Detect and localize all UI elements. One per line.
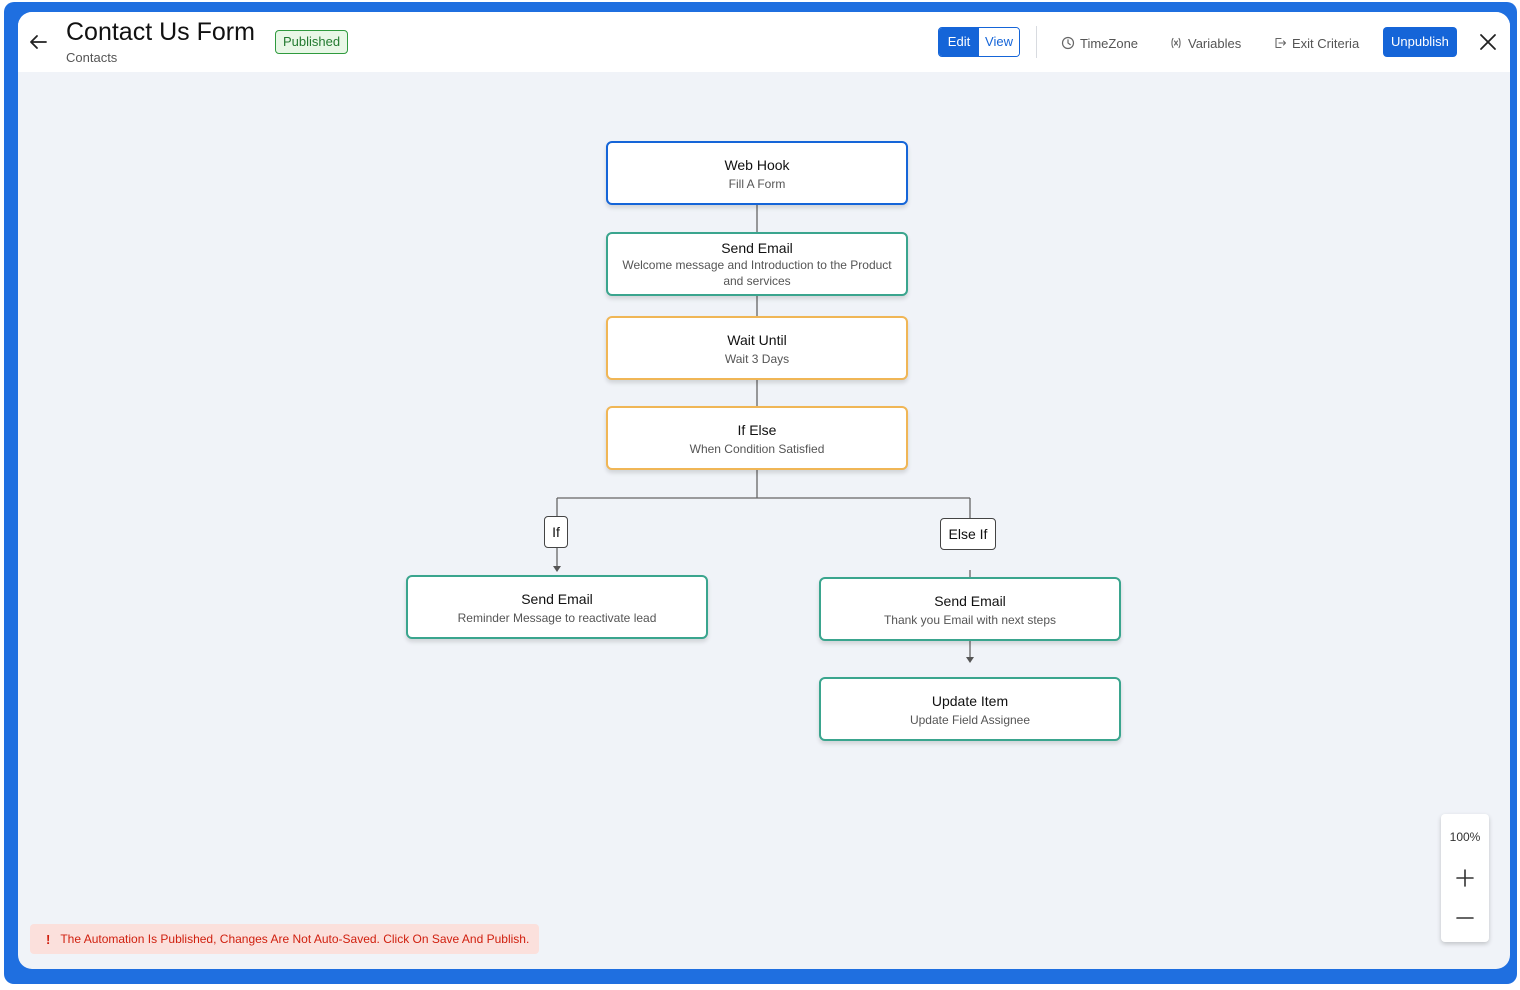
zoom-in-icon[interactable] (1453, 866, 1477, 890)
if-branch-label[interactable]: If (544, 516, 568, 548)
page-subtitle: Contacts (66, 50, 118, 65)
unpublish-button[interactable]: Unpublish (1383, 27, 1457, 57)
status-badge: Published (275, 30, 349, 54)
warning-icon: ! (46, 931, 51, 947)
node-subtitle: Reminder Message to reactivate lead (457, 611, 657, 625)
node-title: Wait Until (727, 332, 787, 348)
back-arrow-icon[interactable] (26, 30, 50, 54)
send-email-reminder-node[interactable]: Send Email Reminder Message to reactivat… (406, 575, 708, 639)
app-frame: Contact Us Form Contacts Published Edit … (4, 2, 1517, 984)
exit-icon (1275, 37, 1287, 49)
automation-window: Contact Us Form Contacts Published Edit … (18, 12, 1510, 969)
alert-message: The Automation Is Published, Changes Are… (60, 932, 530, 946)
wait-until-node[interactable]: Wait Until Wait 3 Days (606, 316, 908, 380)
zoom-level: 100% (1449, 830, 1481, 844)
workflow-canvas[interactable]: Web Hook Fill A Form Send Email Welcome … (18, 72, 1510, 969)
node-subtitle: Thank you Email with next steps (883, 613, 1057, 627)
node-subtitle: Update Field Assignee (909, 713, 1031, 727)
published-warning-alert: ! The Automation Is Published, Changes A… (30, 924, 540, 954)
node-title: Send Email (721, 240, 793, 256)
node-title: Send Email (521, 591, 593, 607)
node-subtitle: Welcome message and Introduction to the … (622, 258, 892, 288)
variables-label: Variables (1188, 35, 1242, 51)
node-title: Send Email (934, 593, 1006, 609)
else-if-branch-label[interactable]: Else If (940, 518, 996, 550)
node-subtitle: When Condition Satisfied (689, 442, 825, 456)
node-title: Update Item (931, 693, 1009, 709)
clock-icon (1061, 36, 1075, 50)
timezone-button[interactable]: TimeZone (1061, 34, 1138, 52)
timezone-label: TimeZone (1080, 35, 1139, 51)
exit-criteria-button[interactable]: Exit Criteria (1273, 34, 1359, 52)
mode-toggle: Edit View (938, 27, 1020, 57)
flow-connectors (553, 205, 974, 663)
send-email-thanks-node[interactable]: Send Email Thank you Email with next ste… (819, 577, 1121, 641)
header-bar: Contact Us Form Contacts Published Edit … (18, 12, 1510, 72)
view-mode-button[interactable]: View (979, 28, 1019, 56)
toolbar-divider (1036, 26, 1037, 58)
node-title: Web Hook (724, 157, 790, 173)
variable-icon (1171, 37, 1181, 49)
send-email-welcome-node[interactable]: Send Email Welcome message and Introduct… (606, 232, 908, 296)
variables-button[interactable]: Variables (1169, 34, 1241, 52)
node-subtitle: Wait 3 Days (724, 352, 790, 366)
exit-criteria-label: Exit Criteria (1292, 35, 1360, 51)
node-subtitle: Fill A Form (728, 177, 786, 191)
zoom-controls: 100% (1441, 814, 1489, 942)
edit-mode-button[interactable]: Edit (939, 28, 979, 56)
node-title: If Else (737, 422, 777, 438)
zoom-out-icon[interactable] (1453, 906, 1477, 930)
webhook-trigger-node[interactable]: Web Hook Fill A Form (606, 141, 908, 205)
update-item-node[interactable]: Update Item Update Field Assignee (819, 677, 1121, 741)
close-icon[interactable] (1478, 32, 1498, 52)
if-else-node[interactable]: If Else When Condition Satisfied (606, 406, 908, 470)
page-title: Contact Us Form (66, 18, 255, 46)
